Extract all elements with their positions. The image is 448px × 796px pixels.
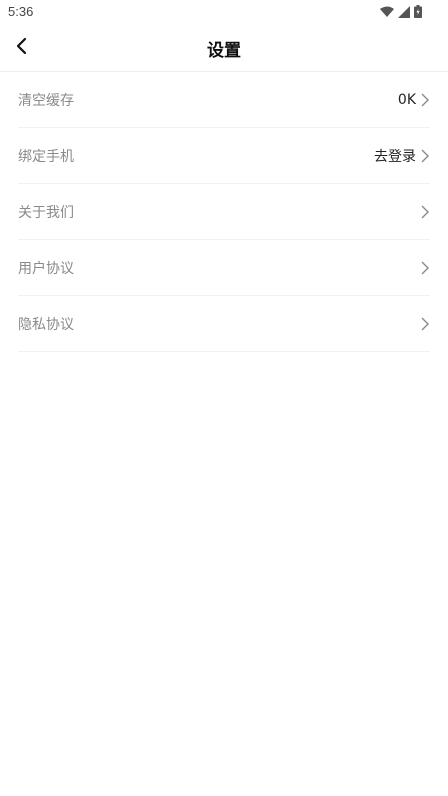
settings-item-about-us[interactable]: 关于我们 [18,184,430,240]
nav-bar: 设置 [0,24,448,72]
chevron-right-icon [420,148,430,164]
cache-size-value: 0K [397,91,416,108]
chevron-right-icon [420,204,430,220]
settings-item-right: 0K [398,92,430,108]
settings-item-label: 清空缓存 [18,92,74,109]
settings-item-privacy-policy[interactable]: 隐私协议 [18,296,430,352]
settings-item-right [420,316,430,332]
page-title: 设置 [207,41,241,61]
battery-icon [414,5,422,18]
settings-list: 清空缓存 0K 绑定手机 去登录 关于我们 用户协议 隐私协议 [0,72,448,352]
settings-item-bind-phone[interactable]: 绑定手机 去登录 [18,128,430,184]
settings-item-label: 绑定手机 [18,148,74,165]
status-icons [380,5,422,18]
settings-item-right: 去登录 [374,146,430,166]
chevron-right-icon [420,260,430,276]
chevron-right-icon [420,92,430,108]
settings-item-right [420,260,430,276]
signal-icon [398,5,410,18]
settings-item-right [420,204,430,220]
settings-item-user-agreement[interactable]: 用户协议 [18,240,430,296]
settings-item-label: 关于我们 [18,204,74,221]
settings-item-clear-cache[interactable]: 清空缓存 0K [18,72,430,128]
wifi-icon [380,6,394,18]
chevron-right-icon [420,316,430,332]
status-time: 5:36 [8,4,34,19]
login-link[interactable]: 去登录 [374,146,416,166]
status-bar: 5:36 [0,0,448,24]
settings-item-label: 用户协议 [18,260,74,277]
settings-item-label: 隐私协议 [18,316,74,333]
